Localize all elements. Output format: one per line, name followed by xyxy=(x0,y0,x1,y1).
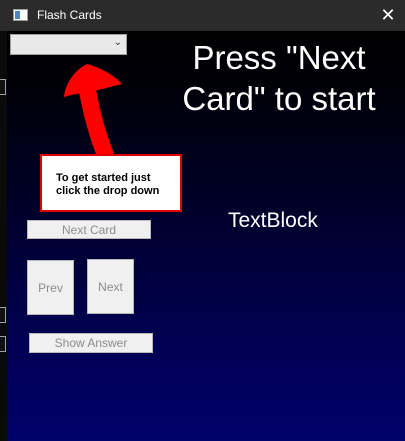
title-bar: Flash Cards ✕ xyxy=(0,0,405,31)
show-answer-button[interactable]: Show Answer xyxy=(29,333,153,353)
prev-button[interactable]: Prev xyxy=(27,260,74,315)
next-card-button[interactable]: Next Card xyxy=(27,220,151,239)
window-title: Flash Cards xyxy=(37,8,102,22)
background-window-fragment xyxy=(0,79,6,95)
close-button[interactable]: ✕ xyxy=(371,0,405,31)
arrow-shaft xyxy=(78,79,114,163)
background-window-fragment xyxy=(0,336,6,352)
card-textblock: TextBlock xyxy=(228,209,318,232)
next-button[interactable]: Next xyxy=(87,259,134,314)
flash-card-panel: ⌄ Press "Next Card" to start To get star… xyxy=(7,31,405,441)
background-window-edge xyxy=(0,31,7,441)
app-window-icon xyxy=(13,9,28,21)
background-window-fragment xyxy=(0,307,6,323)
instruction-callout: To get started just click the drop down xyxy=(40,154,182,212)
